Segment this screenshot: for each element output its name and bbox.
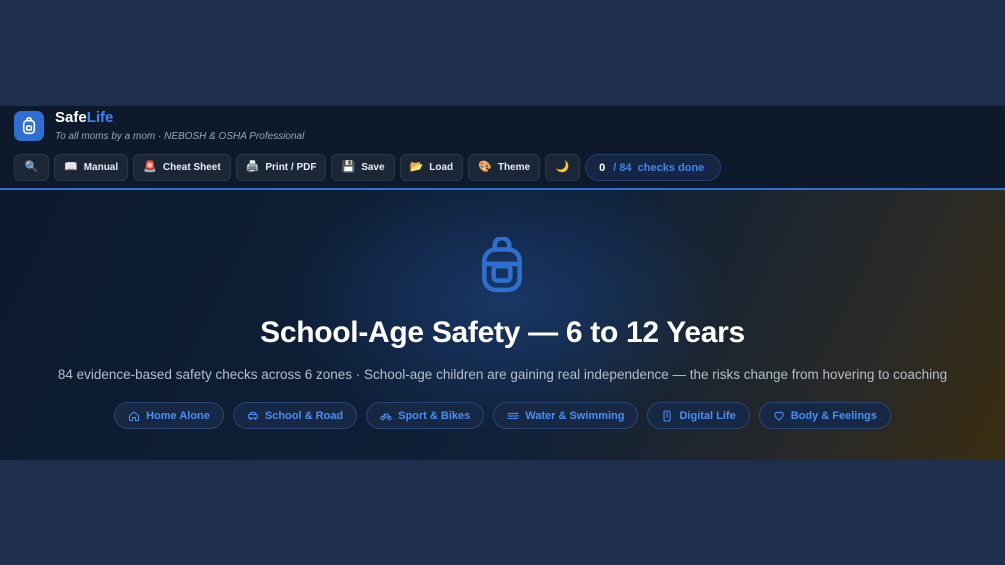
zone-home-alone[interactable]: Home Alone [114,402,224,429]
cheat-sheet-button[interactable]: 🚨 Cheat Sheet [133,154,231,181]
page-subtitle: 84 evidence-based safety checks across 6… [57,367,948,382]
zone-school-road[interactable]: School & Road [232,402,358,429]
dark-mode-toggle[interactable]: 🌙 [545,154,581,181]
backpack-icon [22,117,36,135]
brand-name: SafeLife [55,109,114,126]
zone-nav: Home Alone School & Road Sport & Bikes W… [0,402,1005,429]
home-icon [129,410,140,421]
siren-icon: 🚨 [143,161,157,173]
checks-total-label: / 84 checks done [613,161,705,174]
zone-digital-life[interactable]: Digital Life [647,402,750,429]
hero-section: School-Age Safety — 6 to 12 Years 84 evi… [0,190,1005,460]
print-pdf-button[interactable]: 🖨️ Print / PDF [235,154,327,181]
waves-icon [507,412,519,419]
page-title: School-Age Safety — 6 to 12 Years [260,316,745,349]
search-button[interactable]: 🔍 [14,154,49,181]
folder-icon: 📂 [409,161,424,173]
load-button[interactable]: 📂 Load [399,154,464,181]
manual-button[interactable]: 📖 Manual [54,154,129,181]
theme-button[interactable]: 🎨 Theme [468,154,541,181]
floppy-disk-icon: 💾 [341,161,356,173]
save-button[interactable]: 💾 Save [331,154,395,181]
zone-sport-bikes[interactable]: Sport & Bikes [366,402,485,429]
progress-counter: 0 / 84 checks done [585,154,722,181]
heart-icon [774,411,784,421]
header: SafeLife To all moms by a mom · NEBOSH &… [0,106,1005,190]
zone-water-swimming[interactable]: Water & Swimming [493,402,639,429]
checks-done-count: 0 [599,161,606,174]
moon-icon: 🌙 [555,161,570,173]
printer-icon: 🖨️ [245,161,260,173]
zone-body-feelings[interactable]: Body & Feelings [758,402,891,429]
toolbar: 🔍 📖 Manual 🚨 Cheat Sheet 🖨️ Print / PDF … [14,154,722,181]
search-icon: 🔍 [24,161,39,173]
phone-icon [663,409,672,422]
book-icon: 📖 [64,161,78,173]
car-icon [247,411,258,420]
tagline: To all moms by a mom · NEBOSH & OSHA Pro… [55,131,305,142]
logo [14,111,44,141]
palette-icon: 🎨 [478,161,492,173]
backpack-icon [482,237,522,293]
app-window: SafeLife To all moms by a mom · NEBOSH &… [0,106,1005,460]
bike-icon [380,412,392,420]
